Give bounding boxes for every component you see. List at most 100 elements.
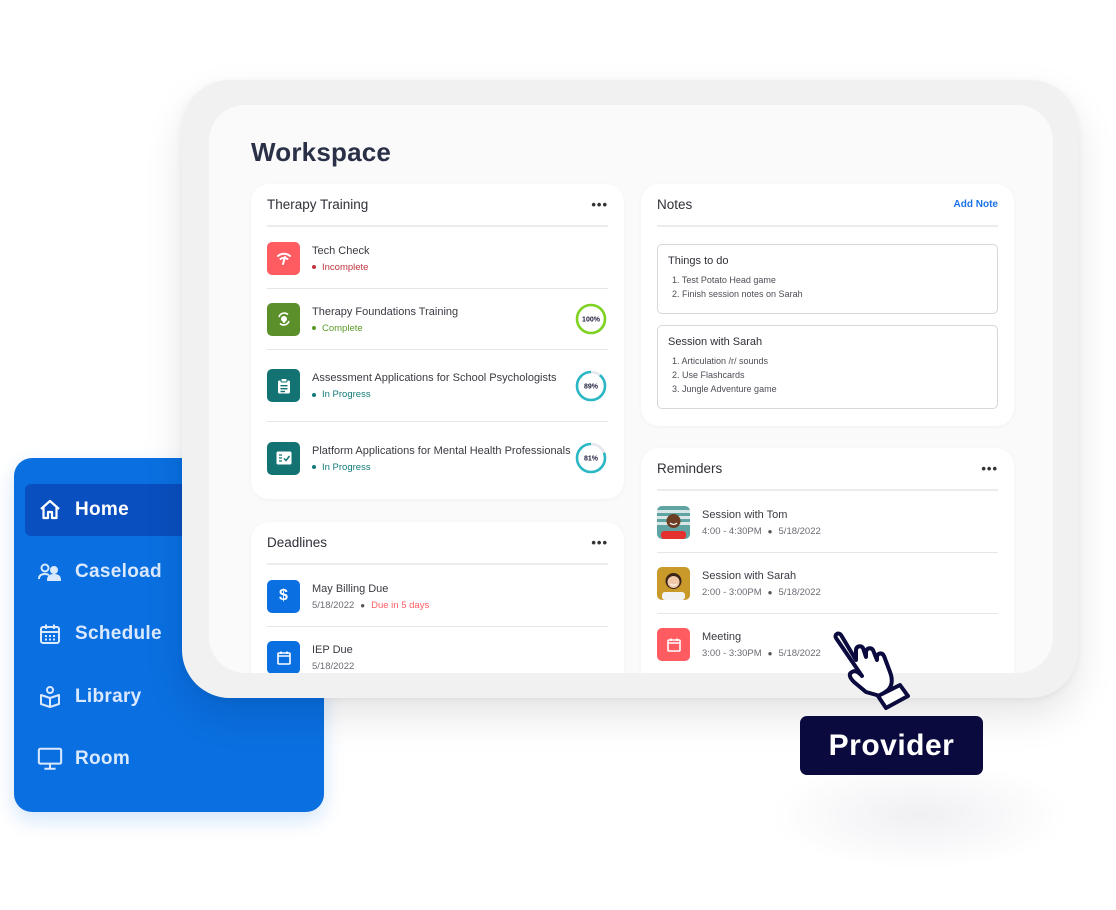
deadline-item[interactable]: IEP Due 5/18/2022 bbox=[267, 627, 608, 673]
sidebar-item-library[interactable]: Library bbox=[25, 671, 195, 723]
calendar-icon bbox=[267, 641, 300, 673]
monitor-icon bbox=[37, 746, 63, 772]
home-icon bbox=[37, 497, 63, 523]
sidebar-item-label: Home bbox=[75, 499, 129, 520]
separator-dot: ● bbox=[360, 600, 366, 610]
sidebar-item-label: Room bbox=[75, 748, 131, 769]
deadline-title: May Billing Due bbox=[312, 582, 389, 595]
status-text: In Progress bbox=[322, 461, 371, 473]
more-horizontal-icon[interactable]: ••• bbox=[981, 461, 998, 476]
training-title: Assessment Applications for School Psych… bbox=[312, 372, 557, 384]
progress-label: 100% bbox=[582, 317, 601, 324]
workspace-screen: Workspace Therapy Training ••• Tech Chec… bbox=[209, 105, 1053, 673]
separator-dot: ● bbox=[767, 587, 773, 597]
card-title: Therapy Training bbox=[267, 197, 369, 212]
avatar bbox=[657, 566, 690, 600]
training-item[interactable]: Therapy Foundations Training Complete 10… bbox=[267, 289, 608, 350]
note-line: 2. Use Flashcards bbox=[672, 370, 745, 380]
avatar bbox=[657, 505, 690, 539]
note-item[interactable]: Things to do 1. Test Potato Head game 2.… bbox=[657, 244, 998, 314]
therapy-training-card: Therapy Training ••• Tech Check Incomple… bbox=[251, 184, 624, 499]
progress-ring: 100% bbox=[575, 303, 607, 335]
deadline-title: IEP Due bbox=[312, 644, 353, 656]
sidebar-item-home[interactable]: Home bbox=[25, 484, 195, 536]
reminder-meta: 2:00 - 3:00PM ● 5/18/2022 bbox=[702, 587, 998, 598]
sidebar-item-caseload[interactable]: Caseload bbox=[25, 546, 195, 598]
dollar-icon: $ bbox=[267, 579, 300, 613]
sidebar-item-label: Caseload bbox=[75, 561, 162, 582]
calendar-grid-icon bbox=[37, 621, 63, 647]
clipboard-icon bbox=[267, 369, 300, 402]
users-icon bbox=[37, 559, 63, 585]
training-title: Tech Check bbox=[312, 244, 370, 257]
sidebar-item-label: Schedule bbox=[75, 623, 162, 644]
note-line: 2. Finish session notes on Sarah bbox=[672, 289, 803, 299]
provider-badge: Provider bbox=[800, 716, 983, 775]
card-title: Reminders bbox=[657, 461, 723, 476]
status-text: Complete bbox=[322, 322, 363, 334]
reminder-title: Session with Tom bbox=[702, 508, 788, 521]
status-badge: In Progress bbox=[312, 462, 574, 473]
status-dot bbox=[312, 465, 316, 469]
progress-ring: 81% bbox=[575, 442, 607, 474]
page-title: Workspace bbox=[251, 137, 392, 167]
note-title: Things to do bbox=[668, 255, 729, 267]
progress-label: 81% bbox=[584, 456, 599, 463]
status-text: In Progress bbox=[322, 389, 371, 400]
card-header: Therapy Training ••• bbox=[267, 184, 608, 227]
reminder-time: 4:00 - 4:30PM bbox=[702, 525, 762, 537]
status-dot bbox=[312, 392, 316, 397]
note-item[interactable]: Session with Sarah 1. Articulation /r/ s… bbox=[657, 325, 998, 409]
deadlines-card: Deadlines ••• $ May Billing Due 5/18/202… bbox=[251, 522, 624, 673]
card-header: Deadlines ••• bbox=[267, 522, 608, 565]
deadline-date: 5/18/2022 bbox=[312, 599, 355, 611]
separator-dot: ● bbox=[767, 526, 773, 536]
pointing-hand-icon bbox=[833, 631, 910, 710]
note-line: 1. Articulation /r/ sounds bbox=[672, 356, 769, 366]
separator-dot: ● bbox=[767, 649, 773, 658]
due-note: Due in 5 days bbox=[371, 599, 430, 611]
deadline-meta: 5/18/2022 bbox=[312, 661, 608, 672]
book-reader-icon bbox=[37, 684, 63, 710]
card-title: Notes bbox=[657, 197, 693, 212]
sidebar-item-label: Library bbox=[75, 686, 142, 707]
deadline-meta: 5/18/2022 ● Due in 5 days bbox=[312, 600, 608, 611]
sidebar-item-room[interactable]: Room bbox=[25, 733, 195, 785]
training-item[interactable]: Tech Check Incomplete bbox=[267, 228, 608, 289]
deadline-item[interactable]: $ May Billing Due 5/18/2022 ● Due in 5 d… bbox=[267, 566, 608, 627]
progress-label: 89% bbox=[584, 383, 599, 390]
checklist-icon bbox=[267, 441, 300, 475]
refresh-bulb-icon bbox=[267, 302, 300, 336]
reminder-item[interactable]: Session with Tom 4:00 - 4:30PM ● 5/18/20… bbox=[657, 492, 998, 553]
notes-card: Notes Add Note Things to do 1. Test Pota… bbox=[641, 184, 1014, 426]
training-title: Platform Applications for Mental Health … bbox=[312, 444, 571, 457]
calendar-icon bbox=[657, 628, 690, 661]
note-title: Session with Sarah bbox=[668, 336, 763, 348]
wifi-signal-icon bbox=[267, 241, 300, 275]
progress-ring: 89% bbox=[575, 370, 607, 401]
status-badge: In Progress bbox=[312, 389, 574, 400]
reminder-item[interactable]: Session with Sarah 2:00 - 3:00PM ● 5/18/… bbox=[657, 553, 998, 614]
reminder-date: 5/18/2022 bbox=[778, 648, 821, 659]
card-header: Notes Add Note bbox=[657, 184, 998, 227]
training-title: Therapy Foundations Training bbox=[312, 305, 459, 318]
more-horizontal-icon[interactable]: ••• bbox=[591, 197, 608, 212]
status-badge: Incomplete bbox=[312, 262, 608, 273]
reminder-meta: 4:00 - 4:30PM ● 5/18/2022 bbox=[702, 526, 998, 537]
status-dot bbox=[312, 265, 316, 269]
reminder-date: 5/18/2022 bbox=[778, 586, 821, 598]
reminder-date: 5/18/2022 bbox=[778, 525, 821, 537]
training-item[interactable]: Assessment Applications for School Psych… bbox=[267, 350, 608, 422]
status-dot bbox=[312, 326, 316, 330]
add-note-button[interactable]: Add Note bbox=[954, 199, 998, 210]
note-line: 3. Jungle Adventure game bbox=[672, 384, 777, 394]
sidebar-item-schedule[interactable]: Schedule bbox=[25, 608, 195, 660]
shadow-glow bbox=[770, 760, 1070, 870]
deadline-date: 5/18/2022 bbox=[312, 661, 355, 672]
status-text: Incomplete bbox=[322, 261, 369, 273]
reminder-time: 3:00 - 3:30PM bbox=[702, 648, 762, 659]
reminder-time: 2:00 - 3:00PM bbox=[702, 586, 762, 598]
training-item[interactable]: Platform Applications for Mental Health … bbox=[267, 422, 608, 494]
note-line: 1. Test Potato Head game bbox=[672, 275, 776, 285]
more-horizontal-icon[interactable]: ••• bbox=[591, 535, 608, 550]
